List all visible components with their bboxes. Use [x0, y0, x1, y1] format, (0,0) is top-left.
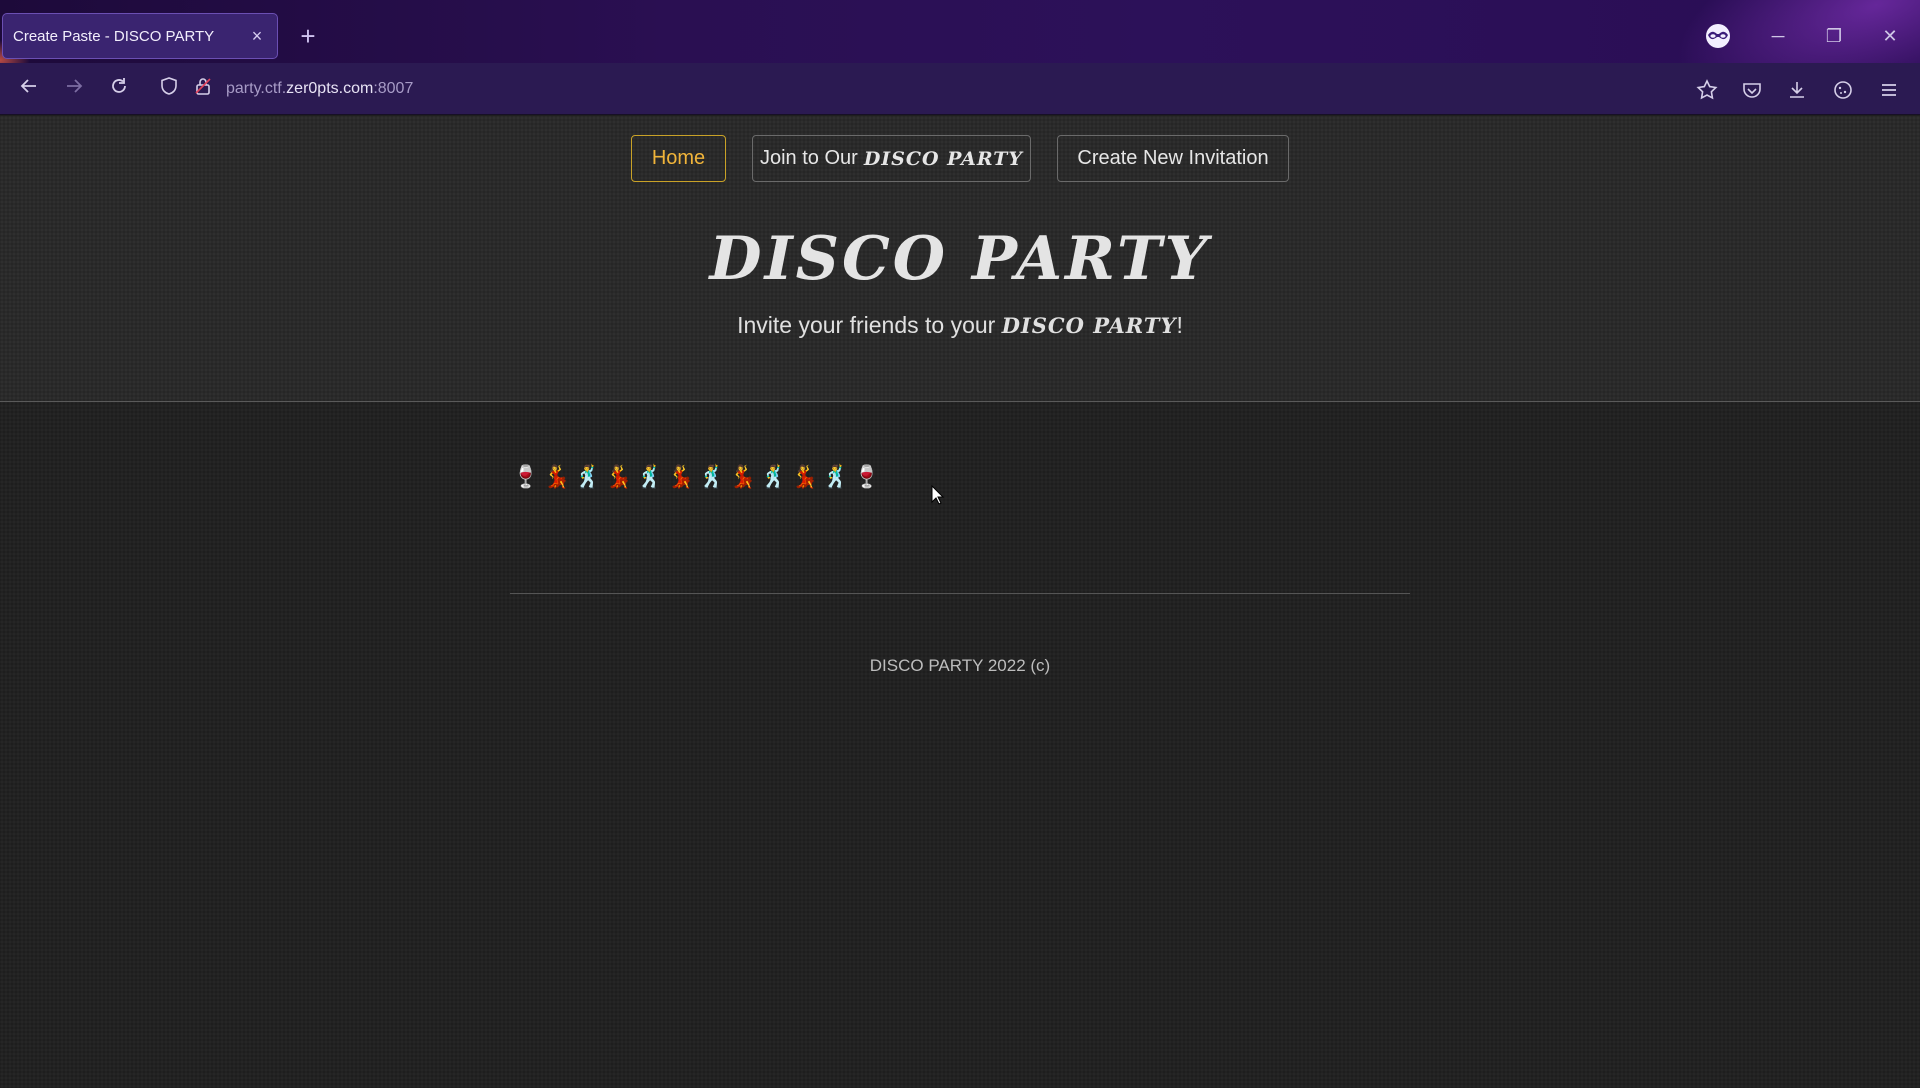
footer-divider	[510, 593, 1410, 594]
url-bar[interactable]: party.ctf.zer0pts.com:8007	[226, 63, 413, 115]
hero-section: Home Join to Our DISCO PARTY Create New …	[0, 116, 1920, 402]
hamburger-menu-icon[interactable]	[1872, 73, 1906, 107]
minimize-button[interactable]: ─	[1758, 18, 1798, 54]
nav-create-label: Create New Invitation	[1077, 147, 1269, 169]
url-prefix: party.ctf.	[226, 80, 287, 97]
man-dancing-emoji: 🕺	[574, 464, 602, 490]
nav-home-label: Home	[651, 147, 706, 169]
subtitle-prefix: Invite your friends to your	[737, 312, 1002, 338]
nav-join-button[interactable]: Join to Our DISCO PARTY	[752, 135, 1031, 182]
nav-join-brand: DISCO PARTY	[863, 147, 1023, 170]
man-dancing-emoji: 🕺	[698, 464, 726, 490]
dancer-emoji: 💃	[729, 464, 757, 490]
man-dancing-emoji: 🕺	[822, 464, 850, 490]
nav-join-label: Join to Our	[759, 147, 858, 169]
footer-copyright: DISCO PARTY 2022 (c)	[869, 656, 1051, 675]
browser-titlebar: Create Paste - DISCO PARTY × + ─ ❐ ✕	[0, 0, 1920, 63]
tab-close-icon[interactable]: ×	[247, 26, 267, 47]
dancer-emoji: 💃	[791, 464, 819, 490]
subtitle-suffix: !	[1176, 312, 1183, 338]
back-icon[interactable]	[12, 73, 46, 107]
new-tab-button[interactable]: +	[292, 20, 324, 52]
subtitle-brand: DISCO PARTY	[1001, 313, 1177, 338]
nav-home-button[interactable]: Home	[631, 135, 726, 182]
browser-tab-active[interactable]: Create Paste - DISCO PARTY ×	[2, 13, 278, 59]
dancer-emoji: 💃	[605, 464, 633, 490]
site-nav: Home Join to Our DISCO PARTY Create New …	[0, 135, 1920, 183]
url-port: :8007	[373, 80, 414, 97]
close-window-button[interactable]: ✕	[1870, 18, 1910, 54]
private-browsing-icon	[1703, 23, 1733, 49]
page-title: DISCO PARTY	[709, 224, 1211, 294]
downloads-icon[interactable]	[1780, 73, 1814, 107]
bookmark-star-icon[interactable]	[1690, 73, 1724, 107]
man-dancing-emoji: 🕺	[760, 464, 788, 490]
browser-toolbar: party.ctf.zer0pts.com:8007	[0, 63, 1920, 115]
wine-glass-emoji: 🍷	[853, 464, 881, 490]
url-host: zer0pts.com	[286, 80, 374, 97]
extensions-cookie-icon[interactable]	[1826, 73, 1860, 107]
page-subtitle: Invite your friends to your DISCO PARTY!	[0, 312, 1920, 339]
invitation-content: 🍷 💃 🕺 💃 🕺 💃 🕺 💃 🕺 💃 🕺 🍷	[512, 460, 881, 494]
pocket-icon[interactable]	[1735, 73, 1769, 107]
tab-title: Create Paste - DISCO PARTY	[13, 27, 215, 45]
man-dancing-emoji: 🕺	[636, 464, 664, 490]
restore-button[interactable]: ❐	[1814, 18, 1854, 54]
nav-create-button[interactable]: Create New Invitation	[1057, 135, 1289, 182]
reload-icon[interactable]	[102, 73, 136, 107]
mouse-cursor-icon	[931, 484, 945, 505]
dancer-emoji: 💃	[543, 464, 571, 490]
page-content: Home Join to Our DISCO PARTY Create New …	[0, 116, 1920, 1088]
dancer-emoji: 💃	[667, 464, 695, 490]
forward-icon[interactable]	[57, 73, 91, 107]
lock-insecure-icon[interactable]	[186, 73, 220, 107]
wine-glass-emoji: 🍷	[512, 464, 540, 490]
tracking-protection-shield-icon[interactable]	[152, 73, 186, 107]
